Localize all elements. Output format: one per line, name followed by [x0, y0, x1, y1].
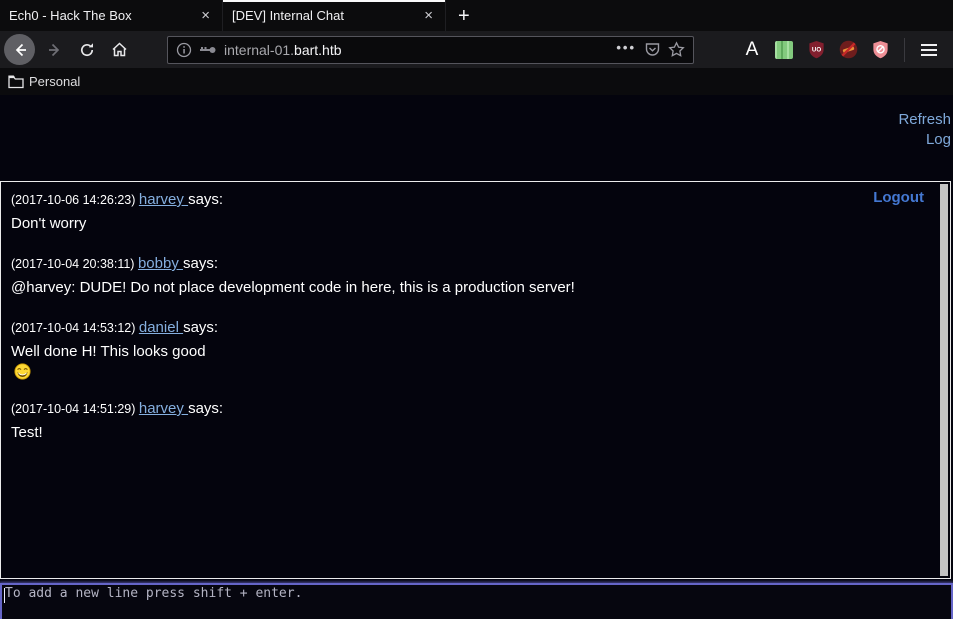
chat-message: (2017-10-04 20:38:11) bobby says: @harve…	[11, 255, 940, 299]
tab-close-icon[interactable]: ×	[197, 8, 214, 23]
tab-internal-chat[interactable]: [DEV] Internal Chat ×	[223, 0, 446, 31]
username-link[interactable]: harvey	[139, 400, 188, 417]
says-label: says:	[183, 255, 218, 272]
tab-bar: Ech0 - Hack The Box × [DEV] Internal Cha…	[0, 0, 953, 31]
ublock-origin-icon[interactable]: UO	[803, 37, 829, 63]
hamburger-icon	[921, 44, 937, 46]
message-input[interactable]	[2, 585, 951, 619]
tab-close-icon[interactable]: ×	[420, 8, 437, 23]
url-text[interactable]: internal-01.bart.htb	[224, 42, 616, 58]
home-icon	[111, 41, 128, 58]
page-actions-icon[interactable]: •••	[616, 40, 636, 55]
svg-text:UO: UO	[811, 47, 820, 54]
new-tab-button[interactable]: +	[446, 0, 482, 31]
menu-button[interactable]	[913, 40, 945, 60]
bookmarks-bar: Personal	[0, 68, 953, 95]
folder-icon	[8, 75, 24, 89]
bookmark-folder-personal[interactable]: Personal	[8, 74, 80, 89]
message-list: (2017-10-06 14:26:23) harvey says: Don't…	[1, 182, 950, 473]
letter-a-extension-icon[interactable]: A	[739, 37, 765, 63]
says-label: says:	[188, 400, 223, 417]
username-link[interactable]: bobby	[138, 255, 183, 272]
blocked-extension-icon[interactable]	[835, 37, 861, 63]
chat-message: (2017-10-06 14:26:23) harvey says: Don't…	[11, 191, 940, 235]
top-links: Refresh Log	[0, 95, 953, 150]
chat-message: (2017-10-04 14:51:29) harvey says: Test!	[11, 400, 940, 444]
site-info-icon[interactable]	[176, 42, 192, 58]
message-meta: (2017-10-06 14:26:23) harvey says:	[11, 191, 940, 209]
forward-arrow-icon	[47, 42, 63, 58]
grinning-emoji-icon	[14, 363, 31, 380]
home-button[interactable]	[105, 36, 133, 64]
message-timestamp: (2017-10-04 14:53:12)	[11, 321, 139, 335]
says-label: says:	[188, 191, 223, 208]
message-meta: (2017-10-04 20:38:11) bobby says:	[11, 255, 940, 273]
message-timestamp: (2017-10-04 20:38:11)	[11, 257, 138, 271]
message-meta: (2017-10-04 14:51:29) harvey says:	[11, 400, 940, 418]
logout-link[interactable]: Logout	[873, 189, 924, 206]
username-link[interactable]: daniel	[139, 319, 183, 336]
url-subdomain: internal-01.	[224, 42, 294, 58]
message-meta: (2017-10-04 14:53:12) daniel says:	[11, 319, 940, 337]
back-arrow-icon	[12, 42, 28, 58]
username-link[interactable]: harvey	[139, 191, 188, 208]
message-text: Well done H! This looks good	[11, 341, 940, 380]
says-label: says:	[183, 319, 218, 336]
message-text: Test!	[11, 422, 940, 444]
bookmark-star-icon[interactable]	[668, 41, 685, 58]
message-timestamp: (2017-10-04 14:51:29)	[11, 402, 139, 416]
reload-icon	[79, 42, 95, 58]
insecure-login-key-icon[interactable]	[199, 43, 217, 57]
toolbar-separator	[904, 38, 905, 62]
pocket-icon[interactable]	[644, 41, 661, 58]
chat-page: Refresh Log Logout (2017-10-06 14:26:23)…	[0, 95, 953, 619]
log-link[interactable]: Log	[0, 130, 951, 150]
green-grid-extension-icon[interactable]	[771, 37, 797, 63]
tab-hack-the-box[interactable]: Ech0 - Hack The Box ×	[0, 0, 223, 31]
message-text: Don't worry	[11, 213, 940, 235]
url-bar[interactable]: internal-01.bart.htb •••	[167, 36, 694, 64]
reload-button[interactable]	[73, 36, 101, 64]
message-timestamp: (2017-10-06 14:26:23)	[11, 193, 139, 207]
back-button[interactable]	[4, 34, 35, 65]
bookmark-label: Personal	[29, 74, 80, 89]
chat-message-panel: Logout (2017-10-06 14:26:23) harvey says…	[0, 181, 951, 579]
tab-title: Ech0 - Hack The Box	[9, 8, 197, 23]
chat-message: (2017-10-04 14:53:12) daniel says: Well …	[11, 319, 940, 380]
chat-scrollbar[interactable]	[940, 184, 948, 576]
forward-button[interactable]	[41, 36, 69, 64]
text-caret	[4, 588, 5, 603]
message-input-container	[0, 583, 953, 619]
message-text: @harvey: DUDE! Do not place development …	[11, 277, 940, 299]
url-domain: bart.htb	[294, 42, 341, 58]
refresh-link[interactable]: Refresh	[0, 110, 951, 130]
tab-title: [DEV] Internal Chat	[232, 8, 420, 23]
navigation-toolbar: internal-01.bart.htb ••• A UO	[0, 31, 953, 68]
pink-shield-extension-icon[interactable]	[867, 37, 893, 63]
